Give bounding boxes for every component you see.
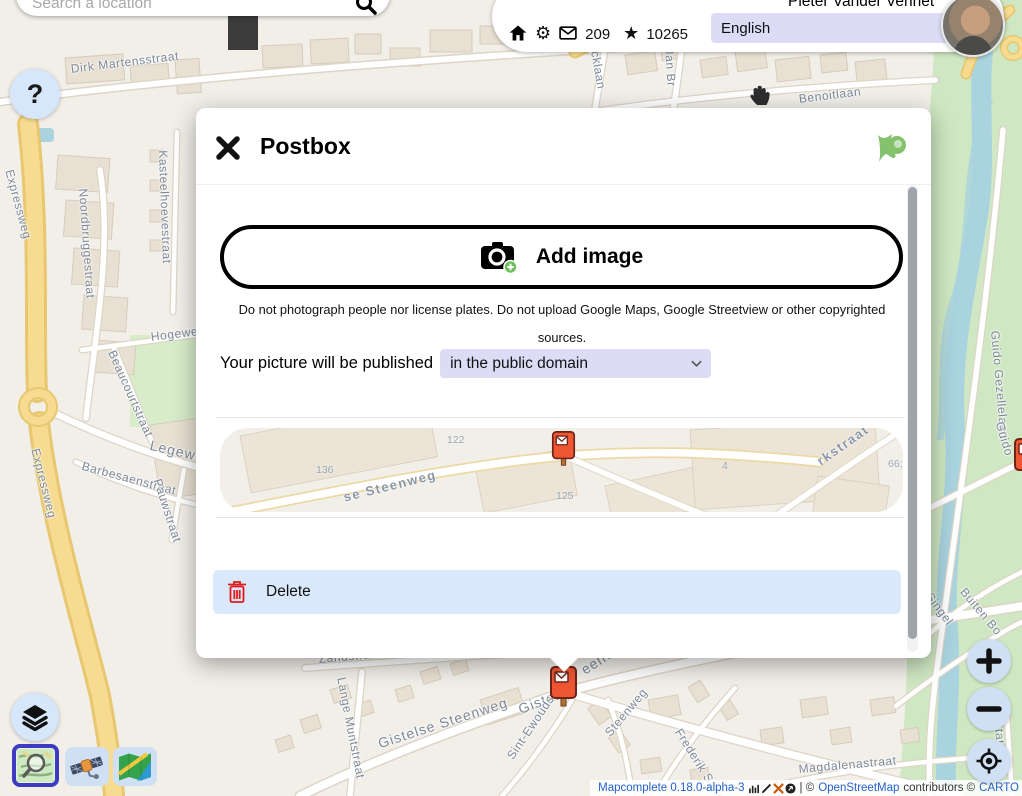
osm-style-icon [17, 749, 54, 782]
dialog-divider [216, 417, 905, 418]
layers-icon [21, 703, 49, 731]
search-icon[interactable] [354, 0, 378, 16]
add-image-label: Add image [536, 245, 643, 269]
map-icon [117, 752, 153, 782]
language-selected-value: English [721, 20, 770, 37]
plus-icon [976, 648, 1002, 674]
map-style-osm-button[interactable] [12, 744, 59, 787]
camera-plus-icon [480, 240, 520, 274]
map-style-map-button[interactable] [113, 747, 157, 786]
attribution-separator: | © [800, 782, 815, 794]
dialog-scrollbar[interactable] [907, 185, 918, 652]
dialog-pointer [548, 656, 580, 672]
messages-count: 209 [585, 26, 610, 43]
minimap[interactable]: 122 136 125 4 66;66 se Steenweg rkstraat [220, 428, 903, 512]
license-row: Your picture will be published in the pu… [220, 349, 711, 378]
settings-gear-icon[interactable]: ⚙ [535, 25, 551, 43]
postbox-marker-partial[interactable] [1013, 438, 1022, 480]
layers-button[interactable] [11, 693, 59, 741]
osm-link[interactable]: OpenStreetMap [818, 782, 899, 794]
chevron-down-icon [690, 357, 703, 370]
language-select[interactable]: English [711, 13, 963, 43]
circle-arrow-icon[interactable] [785, 783, 796, 794]
hand-cursor-icon [746, 82, 773, 110]
dialog-divider [216, 517, 905, 518]
scrollbar-thumb[interactable] [908, 187, 917, 639]
satellite-icon [69, 751, 105, 783]
add-image-button[interactable]: Add image [220, 225, 903, 289]
help-button[interactable]: ? [10, 69, 60, 119]
geolocate-button[interactable] [967, 739, 1011, 783]
license-prefix-text: Your picture will be published [220, 354, 433, 373]
mapcomplete-app: { "topbar": { "search_placeholder": "Sea… [0, 0, 1022, 796]
postbox-marker[interactable] [551, 431, 576, 467]
minus-icon [976, 696, 1002, 722]
postbox-marker[interactable] [549, 666, 578, 708]
home-icon[interactable] [508, 23, 528, 43]
postbox-dialog: Postbox Add image Do not photograph peop… [196, 108, 931, 658]
dialog-divider [196, 184, 931, 185]
star-icon: ★ [623, 25, 639, 43]
delete-button[interactable]: Delete [213, 570, 901, 614]
statistics-icon[interactable] [749, 783, 760, 794]
map-style-satellite-button[interactable] [65, 747, 109, 786]
zoom-in-button[interactable] [967, 639, 1011, 683]
flag-icon[interactable] [773, 783, 784, 794]
mapcomplete-logo-icon [869, 132, 911, 170]
messages-envelope-icon[interactable] [558, 23, 578, 43]
attribution-icons [749, 783, 796, 794]
carto-link[interactable]: CARTO [979, 782, 1019, 794]
close-icon[interactable] [214, 134, 242, 162]
license-selected-value: in the public domain [450, 355, 588, 373]
dialog-title: Postbox [260, 133, 351, 160]
mapcomplete-version-link[interactable]: Mapcomplete 0.18.0-alpha-3 [598, 782, 744, 794]
delete-label: Delete [266, 583, 311, 601]
stars-count: 10265 [646, 26, 688, 43]
username: Pieter Vander Vennet [788, 0, 934, 11]
attribution-bar: Mapcomplete 0.18.0-alpha-3 | © OpenStree… [590, 780, 1022, 796]
license-select[interactable]: in the public domain [440, 349, 711, 378]
crosshair-icon [975, 747, 1003, 775]
search-bar [16, 0, 390, 16]
attribution-contributors: contributors © [903, 782, 975, 794]
search-input[interactable] [32, 0, 362, 15]
pencil-icon[interactable] [761, 783, 772, 794]
license-warning-text: Do not photograph people nor license pla… [224, 296, 900, 352]
trash-icon [227, 580, 247, 604]
zoom-out-button[interactable] [967, 687, 1011, 731]
